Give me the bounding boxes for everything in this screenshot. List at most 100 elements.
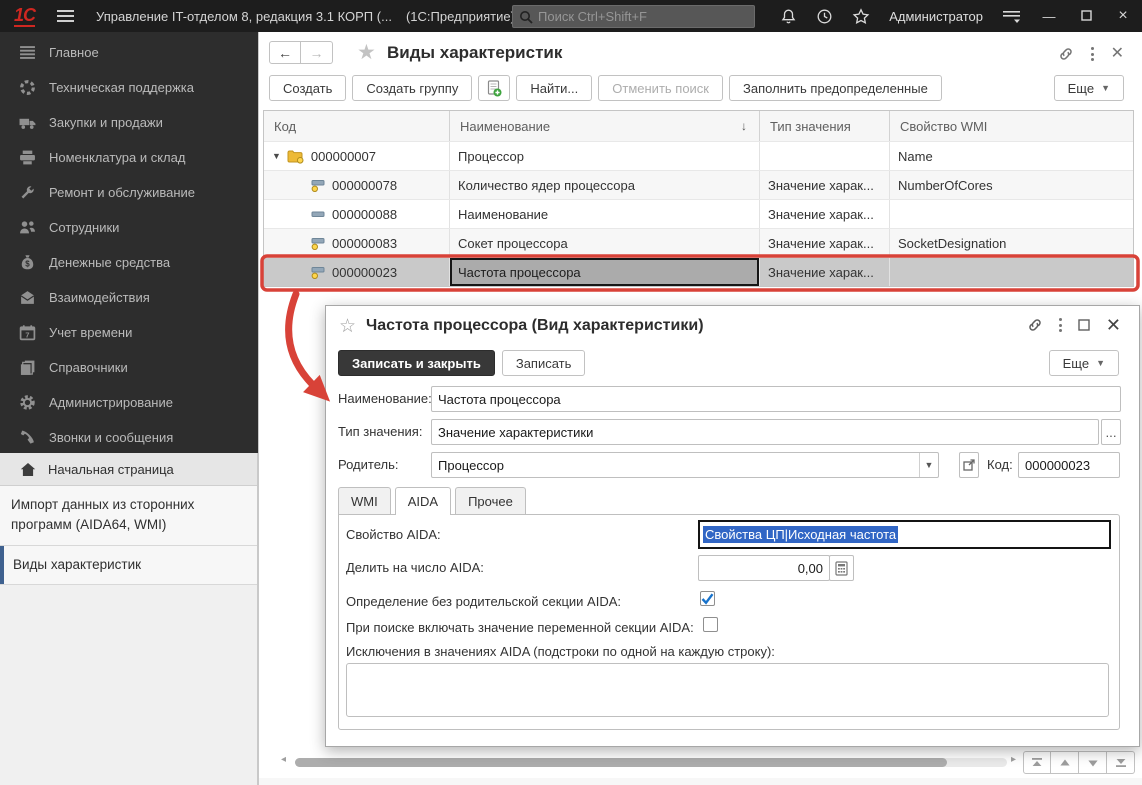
- favorite-star-icon[interactable]: ★: [357, 40, 376, 65]
- maximize-icon[interactable]: [1077, 9, 1095, 24]
- tab-other[interactable]: Прочее: [455, 487, 526, 514]
- sidebar-item-catalogs[interactable]: Справочники: [0, 350, 258, 385]
- save-button[interactable]: Записать: [502, 350, 586, 376]
- close-dialog-icon[interactable]: ✕: [1106, 318, 1121, 332]
- link-icon[interactable]: [1058, 46, 1074, 62]
- favorite-star-icon[interactable]: ☆: [339, 315, 356, 338]
- current-user[interactable]: Администратор: [889, 9, 983, 24]
- sidebar-item-main[interactable]: Главное: [0, 35, 258, 70]
- scroll-left-icon[interactable]: ◂: [281, 754, 286, 765]
- parent-label: Родитель:: [338, 457, 398, 472]
- scrollbar-thumb[interactable]: [295, 758, 947, 767]
- fill-predefined-button[interactable]: Заполнить предопределенные: [729, 75, 942, 101]
- sidebar-item-purchases-sales[interactable]: Закупки и продажи: [0, 105, 258, 140]
- product-name: (1С:Предприятие): [406, 9, 515, 24]
- service-menu-icon[interactable]: [1002, 9, 1021, 24]
- sidebar-item-time-tracking[interactable]: 7 Учет времени: [0, 315, 258, 350]
- table-row[interactable]: ▼ 000000007 Процессор Name: [264, 141, 1133, 170]
- sidebar-item-repair-maintenance[interactable]: Ремонт и обслуживание: [0, 175, 258, 210]
- table-row[interactable]: 000000083 Сокет процессора Значение хара…: [264, 228, 1133, 257]
- cancel-search-button[interactable]: Отменить поиск: [598, 75, 723, 101]
- back-button[interactable]: ←: [269, 41, 301, 64]
- no-parent-section-checkbox[interactable]: [700, 591, 715, 606]
- focused-cell[interactable]: Частота процессора: [450, 258, 759, 286]
- table-row[interactable]: 000000088 Наименование Значение харак...: [264, 199, 1133, 228]
- page-title: Виды характеристик: [387, 43, 562, 63]
- more-button[interactable]: Еще▼: [1054, 75, 1124, 101]
- close-form-icon[interactable]: ✕: [1111, 47, 1124, 61]
- check-icon: [701, 593, 714, 605]
- name-field[interactable]: [431, 386, 1121, 412]
- go-first-button[interactable]: [1023, 751, 1051, 774]
- main-menu-icon[interactable]: [57, 10, 74, 22]
- calculator-button[interactable]: [829, 555, 854, 581]
- open-page-import[interactable]: Импорт данных из сторонних программ (AID…: [0, 486, 257, 546]
- sidebar-item-employees[interactable]: Сотрудники: [0, 210, 258, 245]
- find-button[interactable]: Найти...: [516, 75, 592, 101]
- maximize-window-icon[interactable]: [1078, 319, 1090, 331]
- create-button[interactable]: Создать: [269, 75, 346, 101]
- kebab-menu-icon[interactable]: [1091, 47, 1094, 61]
- column-header-type[interactable]: Тип значения: [760, 111, 890, 141]
- aida-divide-field[interactable]: [698, 555, 830, 581]
- expand-triangle-icon[interactable]: ▼: [272, 151, 281, 161]
- favorites-star-icon[interactable]: [852, 8, 870, 25]
- sidebar-item-money[interactable]: $ Денежные средства: [0, 245, 258, 280]
- open-parent-button[interactable]: [959, 452, 979, 478]
- include-var-checkbox[interactable]: [703, 617, 718, 632]
- sidebar-item-calls-messages[interactable]: Звонки и сообщения: [0, 420, 258, 455]
- exclusions-textarea[interactable]: [346, 663, 1109, 717]
- characteristic-item-icon: [311, 266, 325, 279]
- forward-button[interactable]: →: [301, 41, 333, 64]
- chevron-down-icon[interactable]: ▼: [919, 453, 938, 477]
- value-type-field[interactable]: [431, 419, 1099, 445]
- tab-aida[interactable]: AIDA: [395, 487, 451, 515]
- scroll-right-icon[interactable]: ▸: [1011, 754, 1016, 765]
- table-row-selected[interactable]: 000000023 Частота процессора Значение ха…: [264, 257, 1133, 286]
- code-field[interactable]: [1018, 452, 1120, 478]
- triangle-up-bar-icon: [1031, 757, 1043, 768]
- kebab-menu-icon[interactable]: [1059, 318, 1062, 332]
- save-and-close-button[interactable]: Записать и закрыть: [338, 350, 495, 376]
- parent-combo-field[interactable]: Процессор ▼: [431, 452, 939, 478]
- list-toolbar: Создать Создать группу Найти... Отменить…: [269, 75, 942, 101]
- sidebar-item-administration[interactable]: Администрирование: [0, 385, 258, 420]
- minimize-icon[interactable]: —: [1040, 9, 1058, 24]
- sidebar-item-support[interactable]: Техническая поддержка: [0, 70, 258, 105]
- money-bag-icon: $: [19, 254, 36, 271]
- open-page-characteristic-types[interactable]: Виды характеристик: [0, 546, 257, 585]
- home-page-item[interactable]: Начальная страница: [0, 453, 257, 486]
- link-icon[interactable]: [1027, 317, 1043, 333]
- sidebar-item-nomenclature-warehouse[interactable]: Номенклатура и склад: [0, 140, 258, 175]
- dialog-tabs: WMI AIDA Прочее: [338, 487, 526, 514]
- go-last-button[interactable]: [1107, 751, 1135, 774]
- sidebar-item-interactions[interactable]: Взаимодействия: [0, 280, 258, 315]
- table-row[interactable]: 000000078 Количество ядер процессора Зна…: [264, 170, 1133, 199]
- gear-icon: [19, 394, 36, 411]
- tab-wmi[interactable]: WMI: [338, 487, 391, 514]
- column-header-wmi[interactable]: Свойство WMI: [890, 111, 1133, 141]
- document-plus-icon-button[interactable]: [478, 75, 510, 101]
- aida-property-field[interactable]: Свойства ЦП|Исходная частота: [698, 520, 1111, 549]
- characteristic-dialog: ☆ Частота процессора (Вид характеристики…: [325, 305, 1140, 747]
- dialog-title: Частота процессора (Вид характеристики): [366, 317, 704, 335]
- create-group-button[interactable]: Создать группу: [352, 75, 472, 101]
- value-type-label: Тип значения:: [338, 424, 422, 439]
- history-icon[interactable]: [816, 8, 833, 25]
- app-title: Управление IT-отделом 8, редакция 3.1 КО…: [96, 9, 392, 24]
- choose-type-button[interactable]: ...: [1101, 419, 1121, 445]
- bell-icon[interactable]: [780, 8, 797, 25]
- global-search[interactable]: [512, 5, 755, 28]
- more-button[interactable]: Еще▼: [1049, 350, 1119, 376]
- characteristics-table: Код Наименование↓ Тип значения Свойство …: [263, 110, 1134, 287]
- search-input[interactable]: [538, 9, 754, 24]
- go-up-button[interactable]: [1051, 751, 1079, 774]
- table-header-row: Код Наименование↓ Тип значения Свойство …: [264, 111, 1133, 141]
- close-icon[interactable]: ×: [1114, 7, 1132, 25]
- column-header-name[interactable]: Наименование↓: [450, 111, 760, 141]
- go-down-button[interactable]: [1079, 751, 1107, 774]
- horizontal-scrollbar[interactable]: [295, 758, 1007, 767]
- column-header-code[interactable]: Код: [264, 111, 450, 141]
- titlebar: 1С Управление IT-отделом 8, редакция 3.1…: [0, 0, 1142, 32]
- open-link-icon: [963, 459, 975, 471]
